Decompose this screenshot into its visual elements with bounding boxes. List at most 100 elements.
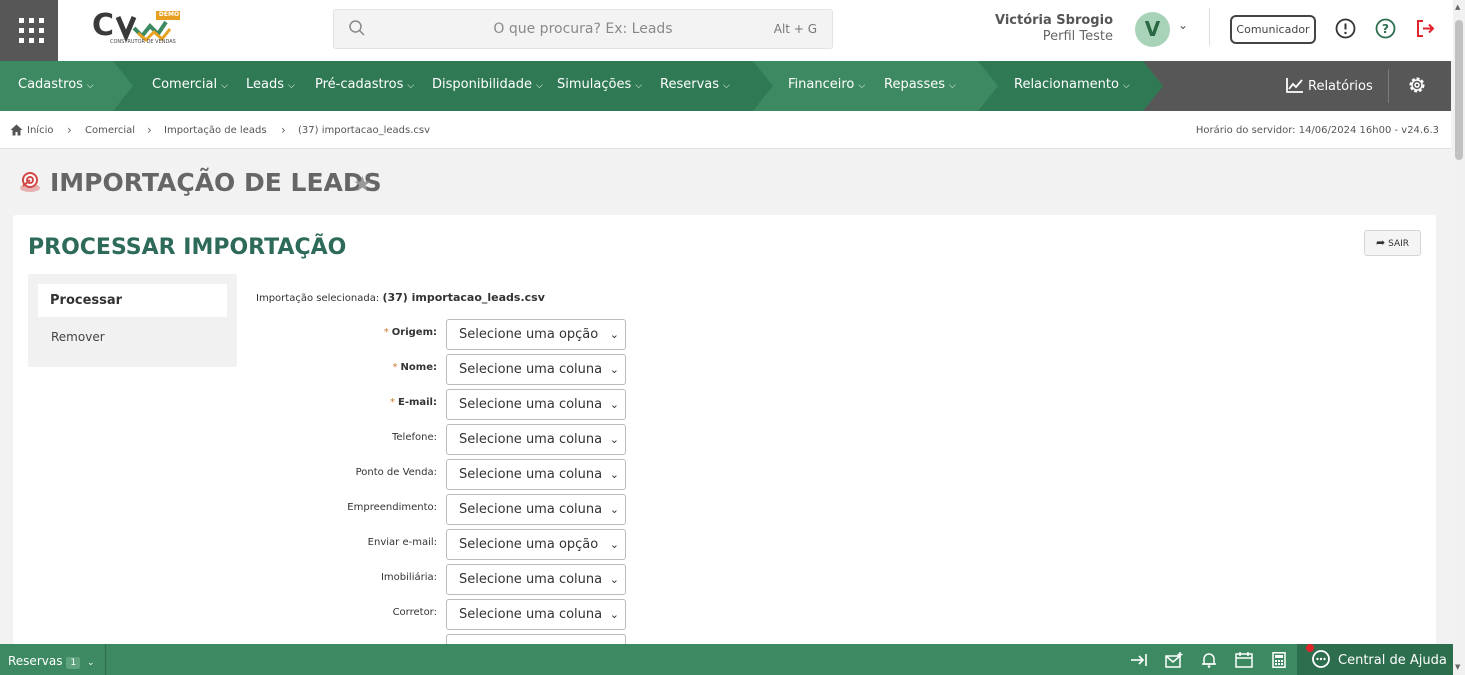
nav-pre-cadastros[interactable]: Pré-cadastros ⌵ <box>315 77 414 92</box>
chevron-down-icon: ⌵ <box>948 81 956 91</box>
mail-plus-icon[interactable] <box>1165 652 1183 668</box>
side-menu-processar[interactable]: Processar <box>38 284 227 317</box>
form-row-corretor: Corretor: Selecione uma coluna ⌄ <box>256 599 626 630</box>
scroll-down-arrow-icon[interactable]: ▼ <box>1455 663 1460 671</box>
logout-icon[interactable] <box>1415 18 1436 39</box>
select-value: Selecione uma coluna <box>459 397 603 412</box>
form-row-email: * E-mail: Selecione uma coluna ⌄ <box>256 389 626 420</box>
svg-text:C: C <box>92 8 114 43</box>
empreendimento-select[interactable]: Selecione uma coluna ⌄ <box>446 494 626 525</box>
chevron-down-icon: ⌵ <box>288 81 295 91</box>
reservas-tray[interactable]: Reservas 1 ⌄ <box>8 654 95 669</box>
imobiliaria-select[interactable]: Selecione uma coluna ⌄ <box>446 564 626 595</box>
nav-divider <box>1388 69 1389 103</box>
select-value: Selecione uma opção <box>459 327 599 342</box>
nav-repasses[interactable]: Repasses ⌵ <box>884 77 956 92</box>
required-mark: * <box>392 362 398 373</box>
chevron-down-icon: ⌵ <box>858 81 866 91</box>
breadcrumb-comercial[interactable]: Comercial <box>85 125 135 136</box>
field-label: Ponto de Venda: <box>355 467 437 478</box>
calendar-icon[interactable] <box>1235 652 1253 668</box>
chevron-down-icon: ⌵ <box>723 81 730 91</box>
nav-cadastros-label: Cadastros <box>18 77 83 92</box>
scroll-thumb[interactable] <box>1455 20 1463 160</box>
field-label: Enviar e-mail: <box>367 537 437 548</box>
select-value: Selecione uma coluna <box>459 572 603 587</box>
server-time: Horário do servidor: 14/06/2024 16h00 - … <box>1195 125 1439 136</box>
chevron-down-icon: ⌄ <box>609 433 619 446</box>
search-input[interactable]: O que procura? Ex: Leads <box>334 21 832 37</box>
chevron-down-icon: ⌵ <box>1122 81 1130 91</box>
logo-badge: DEMO <box>158 11 180 18</box>
process-import-card: PROCESSAR IMPORTAÇÃO ➦ SAIR Processar Re… <box>13 215 1436 649</box>
selected-import: Importação selecionada: (37) importacao_… <box>256 291 545 304</box>
form-row-enviar-email: Enviar e-mail: Selecione uma opção ⌄ <box>256 529 626 560</box>
nav-relacionamento[interactable]: Relacionamento ⌵ <box>1014 77 1130 92</box>
nav-relatorios[interactable]: Relatórios <box>1286 77 1373 94</box>
chevron-down-icon: ⌄ <box>609 503 619 516</box>
form-row-origem: * Origem: Selecione uma opção ⌄ <box>256 319 626 350</box>
calculator-icon[interactable] <box>1270 652 1288 668</box>
corretor-select[interactable]: Selecione uma coluna ⌄ <box>446 599 626 630</box>
side-menu-remover[interactable]: Remover <box>51 330 105 344</box>
nome-select[interactable]: Selecione uma coluna ⌄ <box>446 354 626 385</box>
side-menu: Processar Remover <box>28 274 237 367</box>
search-shortcut: Alt + G <box>773 22 817 36</box>
field-label: Telefone: <box>392 432 437 443</box>
nav-reservas[interactable]: Reservas ⌵ <box>660 77 730 92</box>
field-label-text: Origem: <box>391 327 437 338</box>
search-bar[interactable]: O que procura? Ex: Leads Alt + G <box>333 9 833 49</box>
logo-tagline: CONSTRUTOR DE VENDAS <box>110 39 176 45</box>
avatar[interactable]: V <box>1135 12 1170 47</box>
field-label: Imobiliária: <box>380 572 437 583</box>
field-label: Empreendimento: <box>347 502 437 513</box>
scroll-up-arrow-icon[interactable]: ▲ <box>1455 3 1460 11</box>
nav-reservas-label: Reservas <box>660 77 719 92</box>
breadcrumb-inicio[interactable]: Início <box>27 125 53 136</box>
gear-icon[interactable] <box>1407 75 1427 95</box>
nav-disponibilidade[interactable]: Disponibilidade ⌵ <box>432 77 543 92</box>
help-center-button[interactable]: Central de Ajuda <box>1297 644 1453 675</box>
chevron-down-icon[interactable]: ⌄ <box>1178 18 1188 32</box>
exit-button[interactable]: ➦ SAIR <box>1364 230 1421 256</box>
footer-divider <box>105 644 106 675</box>
info-icon[interactable] <box>1335 18 1356 39</box>
nav-disponibilidade-label: Disponibilidade <box>432 77 533 92</box>
reservas-count-badge: 1 <box>66 657 81 669</box>
nav-cadastros[interactable]: Cadastros ⌵ <box>18 77 94 92</box>
breadcrumb-current: (37) importacao_leads.csv <box>298 125 431 136</box>
chevron-down-icon: ⌄ <box>609 468 619 481</box>
nav-financeiro[interactable]: Financeiro ⌵ <box>788 77 865 92</box>
nav-relatorios-label: Relatórios <box>1308 79 1373 94</box>
selected-import-label: Importação selecionada: <box>256 293 380 304</box>
nav-simulacoes[interactable]: Simulações ⌵ <box>557 77 642 92</box>
home-icon[interactable] <box>10 124 23 136</box>
ponto-de-venda-select[interactable]: Selecione uma coluna ⌄ <box>446 459 626 490</box>
user-name[interactable]: Victória Sbrogio <box>995 13 1113 28</box>
apps-menu-button[interactable] <box>0 0 58 61</box>
field-label: * Nome: <box>393 362 437 373</box>
comunicador-button[interactable]: Comunicador <box>1230 15 1316 44</box>
field-label-text: Nome: <box>400 362 437 373</box>
nav-comercial-label: Comercial <box>152 77 218 92</box>
nav-comercial[interactable]: Comercial ⌵ <box>152 77 228 92</box>
user-role: Perfil Teste <box>1042 29 1113 44</box>
breadcrumb-importacao[interactable]: Importação de leads <box>164 125 267 136</box>
chevron-down-icon: ⌵ <box>86 81 94 91</box>
page-scrollbar[interactable]: ▲ ▼ <box>1453 0 1465 675</box>
favorite-star-icon[interactable]: ★ <box>353 172 372 196</box>
enviar-email-select[interactable]: Selecione uma opção ⌄ <box>446 529 626 560</box>
form-row-empreendimento: Empreendimento: Selecione uma coluna ⌄ <box>256 494 626 525</box>
telefone-select[interactable]: Selecione uma coluna ⌄ <box>446 424 626 455</box>
bell-icon[interactable] <box>1200 652 1218 668</box>
chevron-down-icon: ⌵ <box>407 81 415 91</box>
help-icon[interactable]: ? <box>1375 18 1396 39</box>
origem-select[interactable]: Selecione uma opção ⌄ <box>446 319 626 350</box>
email-select[interactable]: Selecione uma coluna ⌄ <box>446 389 626 420</box>
arrow-to-right-icon[interactable] <box>1130 652 1148 668</box>
nav-leads[interactable]: Leads ⌵ <box>246 77 295 92</box>
reservas-label: Reservas <box>8 654 63 668</box>
cv-logo[interactable]: C DEMO CONSTRUTOR DE VENDAS <box>88 8 188 48</box>
field-label: * E-mail: <box>390 397 437 408</box>
chevron-down-icon: ⌄ <box>609 398 619 411</box>
